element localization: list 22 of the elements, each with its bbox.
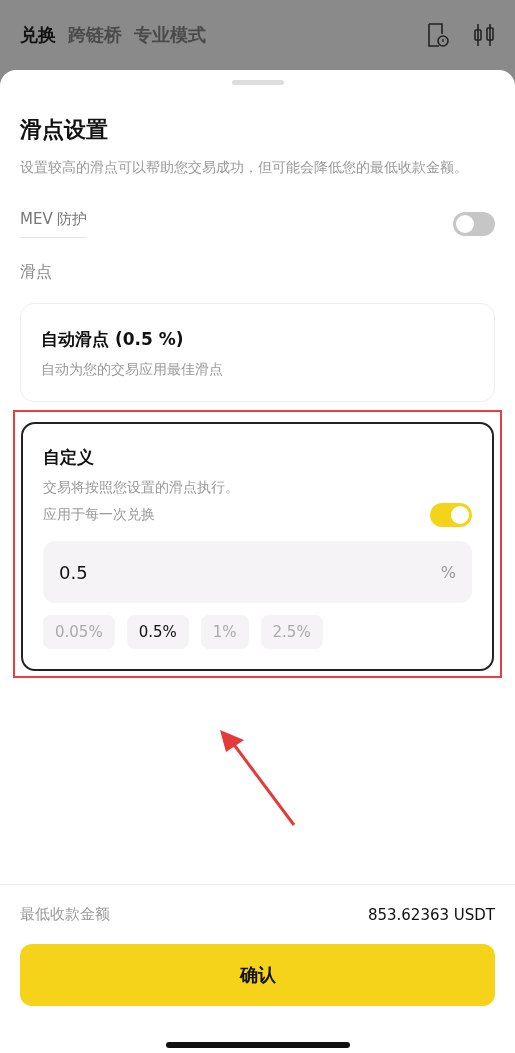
slippage-input-field[interactable]: 0.5 % — [43, 541, 472, 603]
mev-label: MEV 防护 — [20, 210, 88, 238]
slippage-option-card[interactable]: 自动滑点 (0.5 %) 自动为您的交易应用最佳滑点 — [20, 303, 495, 402]
confirm-button[interactable]: 确认 — [20, 944, 495, 1006]
slippage-label: 滑点 — [20, 262, 53, 283]
apply-toggle[interactable] — [430, 503, 472, 527]
apply-label: 应用于每一次兑换 — [43, 506, 155, 524]
min-received-value: 853.62363 USDT — [367, 905, 495, 924]
sheet-title: 滑点设置 — [20, 116, 109, 144]
document-clock-icon[interactable] — [427, 22, 449, 48]
drag-handle[interactable] — [231, 80, 284, 85]
candlestick-icon[interactable] — [473, 22, 495, 48]
top-tab[interactable]: 兑换 — [20, 23, 56, 47]
option-title: 自动滑点 (0.5 %) — [41, 328, 185, 351]
min-received-label: 最低收款金额 — [20, 905, 110, 924]
option-subtitle: 交易将按照您设置的滑点执行。 — [43, 479, 240, 497]
preset-chip[interactable]: 0.5% — [126, 615, 189, 649]
option-subtitle: 自动为您的交易应用最佳滑点 — [41, 361, 224, 379]
slippage-option-card[interactable]: 自定义 交易将按照您设置的滑点执行。 应用于每一次兑换 0.5 % 0.05% 0.5% 1% 2.5% — [21, 422, 494, 671]
description-text: 设置较高的滑点可以帮助您交易成功，但可能会降低您的最低收款金额。 — [20, 158, 469, 177]
mev-toggle[interactable] — [453, 212, 495, 236]
option-title: 自定义 — [43, 446, 95, 469]
